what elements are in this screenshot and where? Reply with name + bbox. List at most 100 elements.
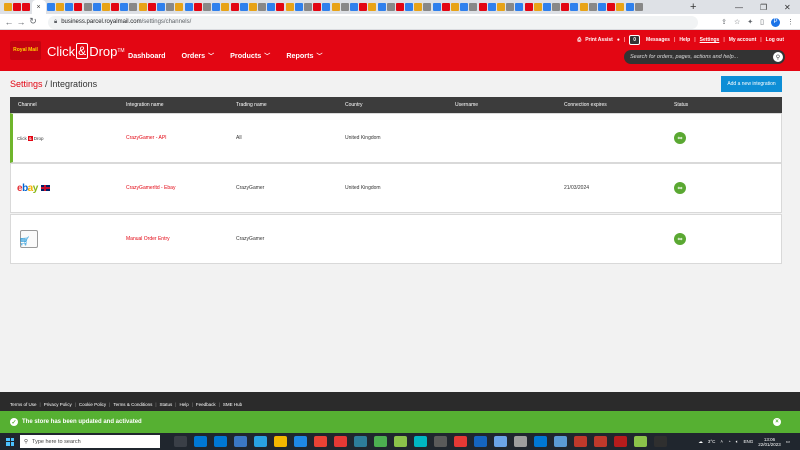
taskbar-app-icon[interactable] [614, 436, 627, 447]
browser-tab-favicon[interactable] [248, 3, 257, 11]
browser-tab-favicon[interactable] [111, 3, 120, 11]
nav-orders[interactable]: Orders ﹀ [182, 51, 215, 60]
taskbar-app-icon[interactable] [314, 436, 327, 447]
taskbar-app-icon[interactable] [474, 436, 487, 447]
breadcrumb-settings[interactable]: Settings [10, 79, 43, 89]
browser-tab-favicon[interactable] [616, 3, 625, 11]
browser-tab-favicon[interactable] [533, 3, 542, 11]
taskbar-app-icon[interactable] [194, 436, 207, 447]
close-tab-icon[interactable]: × [37, 4, 41, 11]
integration-name-link[interactable]: Manual Order Entry [126, 215, 170, 263]
nav-products[interactable]: Products ﹀ [230, 51, 270, 60]
browser-tab-favicon[interactable] [120, 3, 129, 11]
browser-tab-favicon[interactable] [598, 3, 606, 11]
browser-tab-favicon[interactable] [331, 3, 340, 11]
browser-tab-favicon[interactable] [478, 3, 487, 11]
forward-icon[interactable]: → [15, 17, 27, 27]
footer-link[interactable]: Cookie Policy [79, 402, 106, 407]
browser-tab-favicon[interactable] [588, 3, 597, 11]
messages-link[interactable]: Messages [646, 37, 670, 43]
nav-dashboard[interactable]: Dashboard [128, 51, 166, 60]
weather-temp[interactable]: 3°C [708, 439, 716, 444]
browser-tab-favicon[interactable] [506, 3, 515, 11]
browser-tab-favicon[interactable] [561, 3, 570, 11]
taskbar-app-icon[interactable] [214, 436, 227, 447]
taskbar-app-icon[interactable] [334, 436, 347, 447]
browser-tab-favicon[interactable] [386, 3, 395, 11]
table-row[interactable]: 🛒︎ Manual Order Entry CrazyGamer ∞ [10, 214, 782, 264]
minimize-icon[interactable]: — [735, 0, 743, 14]
new-tab-button[interactable]: + [690, 0, 696, 14]
browser-tab-favicon[interactable] [496, 3, 505, 11]
taskbar-app-icon[interactable] [274, 436, 287, 447]
browser-tab-favicon[interactable] [101, 3, 110, 11]
share-icon[interactable]: ⇪ [721, 18, 727, 26]
my-account-link[interactable]: My account [729, 37, 757, 43]
browser-tab-favicon[interactable] [414, 3, 423, 11]
browser-tab-favicon[interactable] [634, 3, 643, 11]
profile-avatar[interactable]: P [771, 17, 780, 27]
browser-tab-favicon[interactable] [294, 3, 303, 11]
browser-tab-favicon[interactable] [552, 3, 561, 11]
taskbar-app-icon[interactable] [174, 436, 187, 447]
lock-icon[interactable]: 🔒︎ [54, 19, 57, 26]
browser-tab-favicon[interactable] [395, 3, 404, 11]
help-link[interactable]: Help [679, 37, 690, 43]
browser-tab-favicon[interactable] [285, 3, 294, 11]
browser-tab-favicon[interactable] [405, 3, 414, 11]
browser-tab-favicon[interactable] [46, 3, 55, 11]
taskbar-app-icon[interactable] [574, 436, 587, 447]
browser-tab-favicon[interactable] [193, 3, 202, 11]
browser-tab-favicon[interactable] [340, 3, 349, 11]
browser-tab-favicon[interactable] [92, 3, 101, 11]
browser-tab-favicon[interactable] [313, 3, 322, 11]
taskbar-app-icon[interactable] [594, 436, 607, 447]
footer-link[interactable]: Terms & Conditions [113, 402, 152, 407]
integration-name-link[interactable]: CrazyGamerltd - Ebay [126, 164, 175, 212]
browser-tab-favicon[interactable] [487, 3, 496, 11]
browser-tab-favicon[interactable] [377, 3, 386, 11]
browser-tab-favicon[interactable] [441, 3, 450, 11]
browser-tab-favicon[interactable] [4, 3, 12, 11]
browser-tab-favicon[interactable] [423, 3, 432, 11]
browser-tab-favicon[interactable] [230, 3, 239, 11]
integration-name-link[interactable]: CrazyGamer - API [126, 114, 167, 162]
browser-tab-favicon[interactable] [184, 3, 193, 11]
restore-icon[interactable]: ❐ [760, 0, 767, 14]
back-icon[interactable]: ← [3, 17, 15, 27]
messages-count-badge[interactable]: 0 [629, 35, 641, 45]
weather-icon[interactable]: ☁ [698, 439, 703, 445]
browser-tab-favicon[interactable] [74, 3, 83, 11]
taskbar-app-icon[interactable] [634, 436, 647, 447]
taskbar-app-icon[interactable] [414, 436, 427, 447]
browser-tab-favicon[interactable] [607, 3, 616, 11]
search-icon[interactable]: ⚲ [773, 52, 783, 62]
extensions-icon[interactable]: ✦ [747, 18, 753, 26]
table-row[interactable]: ebay CrazyGamerltd - Ebay CrazyGamer Uni… [10, 163, 782, 213]
browser-tab-favicon[interactable] [515, 3, 524, 11]
taskbar-app-icon[interactable] [294, 436, 307, 447]
browser-tab-favicon[interactable] [570, 3, 579, 11]
browser-tab-favicon[interactable] [542, 3, 551, 11]
browser-tab-favicon[interactable] [239, 3, 248, 11]
taskbar-app-icon[interactable] [394, 436, 407, 447]
taskbar-app-icon[interactable] [654, 436, 667, 447]
browser-tab-favicon[interactable] [175, 3, 184, 11]
browser-tab-favicon[interactable] [166, 3, 175, 11]
browser-tab-favicon[interactable] [451, 3, 459, 11]
browser-tab-favicon[interactable] [432, 3, 441, 11]
address-bar[interactable]: 🔒︎ business.parcel.royalmail.com/setting… [48, 15, 698, 29]
network-icon[interactable]: ◔ [728, 439, 731, 444]
taskbar-app-icon[interactable] [374, 436, 387, 447]
taskbar-app-icon[interactable] [514, 436, 527, 447]
browser-tab-favicon[interactable] [579, 3, 588, 11]
browser-tab-favicon[interactable] [276, 3, 285, 11]
taskbar-app-icon[interactable] [234, 436, 247, 447]
browser-tab-favicon[interactable] [304, 3, 312, 11]
settings-link[interactable]: Settings [700, 37, 720, 43]
taskbar-search[interactable]: ⚲ Type here to search [20, 435, 160, 448]
browser-tab-favicon[interactable] [83, 3, 92, 11]
browser-tab-favicon[interactable] [202, 3, 211, 11]
browser-tab-favicon[interactable] [147, 3, 156, 11]
notifications-icon[interactable]: ▭ [786, 439, 790, 445]
